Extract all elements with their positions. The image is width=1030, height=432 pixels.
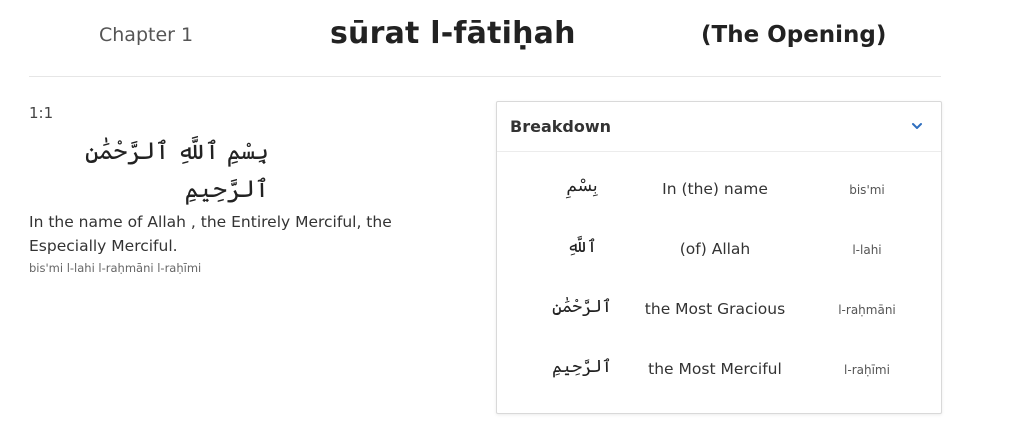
- word-arabic: بِسْمِ: [566, 176, 598, 196]
- word-arabic: ٱلرَّحْمَٰنِ: [552, 297, 612, 317]
- word-row: بِسْمِ In (the) name bis'mi: [497, 172, 943, 212]
- word-transliteration: l-raḥmāni: [838, 303, 896, 317]
- breakdown-title: Breakdown: [510, 117, 611, 136]
- word-transliteration: l-raḥīmi: [844, 363, 890, 377]
- word-arabic: ٱللَّهِ: [567, 237, 597, 257]
- verse-transliteration: bis'mi l-lahi l-raḥmāni l-raḥīmi: [29, 261, 202, 275]
- verse-block: 1:1 بِسْمِ ٱللَّهِ ٱلرَّحْمَٰنِ ٱلرَّحِي…: [29, 104, 469, 275]
- word-row: ٱلرَّحْمَٰنِ the Most Gracious l-raḥmāni: [497, 292, 943, 332]
- breakdown-toggle[interactable]: Breakdown: [497, 102, 941, 152]
- chevron-down-icon[interactable]: [911, 120, 923, 132]
- chapter-header: Chapter 1 sūrat l-fātiḥah (The Opening): [29, 0, 941, 77]
- word-english: the Most Merciful: [648, 360, 782, 378]
- surah-meaning: (The Opening): [701, 22, 887, 48]
- chapter-label: Chapter 1: [99, 24, 194, 46]
- word-transliteration: bis'mi: [849, 183, 885, 197]
- word-english: (of) Allah: [679, 240, 751, 258]
- verse-translation: In the name of Allah , the Entirely Merc…: [29, 213, 392, 255]
- word-transliteration: l-lahi: [852, 243, 882, 257]
- breakdown-panel: Breakdown بِسْمِ In (the) name bis'mi ٱل…: [496, 101, 942, 414]
- verse-number: 1:1: [29, 104, 54, 122]
- word-arabic: ٱلرَّحِيمِ: [552, 357, 612, 377]
- word-row: ٱللَّهِ (of) Allah l-lahi: [497, 232, 943, 272]
- verse-arabic-text: بِسْمِ ٱللَّهِ ٱلرَّحْمَٰنِ ٱلرَّحِيمِ: [84, 137, 269, 203]
- surah-name: sūrat l-fātiḥah: [330, 16, 576, 51]
- word-row: ٱلرَّحِيمِ the Most Merciful l-raḥīmi: [497, 352, 943, 392]
- word-english: the Most Gracious: [644, 300, 786, 318]
- word-english: In (the) name: [662, 180, 768, 198]
